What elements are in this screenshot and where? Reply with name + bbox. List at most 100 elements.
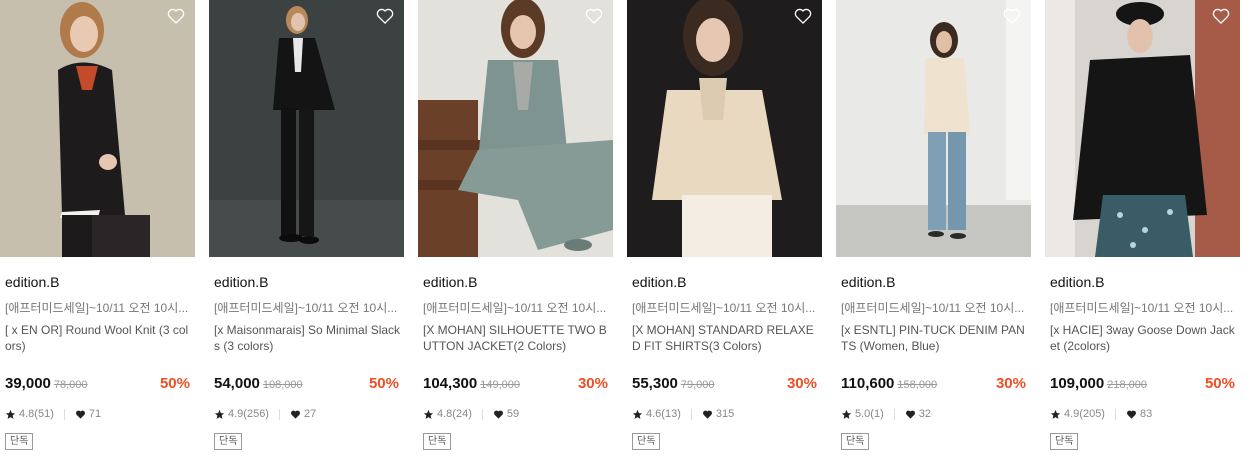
exclusive-badge: 단독 xyxy=(841,433,870,450)
review-meta: 5.0(1) 32 xyxy=(841,408,931,420)
star-icon xyxy=(1050,409,1061,419)
rating: 4.9(205) xyxy=(1064,408,1105,420)
brand-name[interactable]: edition.B xyxy=(632,274,686,290)
original-price: 78,000 xyxy=(53,379,88,391)
star-icon xyxy=(5,409,16,419)
review-meta: 4.9(256) 27 xyxy=(214,408,316,420)
wishlist-button[interactable] xyxy=(1211,6,1231,26)
price-row: 110,600 158,000 xyxy=(841,375,937,392)
original-price: 79,000 xyxy=(680,379,715,391)
review-meta: 4.8(51) 71 xyxy=(5,408,101,420)
rating: 4.8(24) xyxy=(437,408,472,420)
product-photo xyxy=(418,0,613,257)
promo-text: [애프터미드세일]~10/11 오전 10시... xyxy=(5,301,189,315)
sale-price: 104,300 xyxy=(423,375,478,392)
promo-text: [애프터미드세일]~10/11 오전 10시... xyxy=(1050,301,1234,315)
discount-rate: 50% xyxy=(159,375,190,392)
heart-icon xyxy=(1127,410,1136,419)
price-row: 104,300 149,000 xyxy=(423,375,520,392)
exclusive-badge: 단독 xyxy=(632,433,661,450)
brand-name[interactable]: edition.B xyxy=(423,274,477,290)
product-name[interactable]: [ x EN OR] Round Wool Knit (3 colors) xyxy=(5,322,193,354)
review-meta: 4.9(205) 83 xyxy=(1050,408,1152,420)
heart-icon xyxy=(702,410,712,419)
price-row: 109,000 218,000 xyxy=(1050,375,1147,392)
sale-price: 109,000 xyxy=(1050,375,1105,392)
product-image[interactable] xyxy=(0,0,195,257)
price-row: 39,000 78,000 xyxy=(5,375,88,392)
divider xyxy=(481,408,483,420)
brand-name[interactable]: edition.B xyxy=(1050,274,1104,290)
wishlist-button[interactable] xyxy=(375,6,395,26)
product-name[interactable]: [x Maisonmarais] So Minimal Slacks (3 co… xyxy=(214,322,402,354)
divider xyxy=(63,408,65,420)
exclusive-badge: 단독 xyxy=(5,433,34,450)
product-card[interactable]: edition.B [애프터미드세일]~10/11 오전 10시... [X M… xyxy=(418,0,613,463)
like-count: 32 xyxy=(918,408,931,420)
product-name[interactable]: [x ESNTL] PIN-TUCK DENIM PANTS (Women, B… xyxy=(841,322,1029,354)
heart-outline-icon xyxy=(794,8,812,25)
star-icon xyxy=(841,409,852,419)
original-price: 149,000 xyxy=(480,379,520,391)
product-card[interactable]: edition.B [애프터미드세일]~10/11 오전 10시... [ x … xyxy=(0,0,195,463)
sale-price: 110,600 xyxy=(841,375,895,392)
product-name[interactable]: [X MOHAN] STANDARD RELAXED FIT SHIRTS(3 … xyxy=(632,322,820,354)
heart-icon xyxy=(291,410,300,419)
like-count: 71 xyxy=(88,408,102,420)
wishlist-button[interactable] xyxy=(1002,6,1022,26)
wishlist-button[interactable] xyxy=(584,6,604,26)
promo-text: [애프터미드세일]~10/11 오전 10시... xyxy=(632,301,816,315)
like-count: 315 xyxy=(715,408,735,420)
brand-name[interactable]: edition.B xyxy=(841,274,895,290)
product-photo xyxy=(627,0,822,257)
product-card[interactable]: edition.B [애프터미드세일]~10/11 오전 10시... [X M… xyxy=(627,0,822,463)
product-grid: edition.B [애프터미드세일]~10/11 오전 10시... [ x … xyxy=(0,0,1250,463)
product-image[interactable] xyxy=(1045,0,1240,257)
promo-text: [애프터미드세일]~10/11 오전 10시... xyxy=(214,301,398,315)
discount-rate: 30% xyxy=(995,375,1026,392)
price-row: 55,300 79,000 xyxy=(632,375,715,392)
sale-price: 39,000 xyxy=(5,375,51,392)
star-icon xyxy=(632,409,643,419)
product-name[interactable]: [x HACIE] 3way Goose Down Jacket (2color… xyxy=(1050,322,1238,354)
heart-outline-icon xyxy=(1212,8,1230,25)
star-icon xyxy=(423,409,434,419)
review-meta: 4.6(13) 315 xyxy=(632,408,734,420)
wishlist-button[interactable] xyxy=(793,6,813,26)
heart-icon xyxy=(493,410,503,419)
rating: 4.6(13) xyxy=(646,408,681,420)
star-icon xyxy=(214,409,225,419)
exclusive-badge: 단독 xyxy=(1050,433,1079,450)
product-image[interactable] xyxy=(627,0,822,257)
product-photo xyxy=(1045,0,1240,257)
brand-name[interactable]: edition.B xyxy=(5,274,59,290)
wishlist-button[interactable] xyxy=(166,6,186,26)
exclusive-badge: 단독 xyxy=(423,433,452,450)
discount-rate: 30% xyxy=(577,375,608,392)
divider xyxy=(893,408,895,420)
product-name[interactable]: [X MOHAN] SILHOUETTE TWO BUTTON JACKET(2… xyxy=(423,322,611,354)
product-photo xyxy=(0,0,195,257)
product-photo xyxy=(209,0,404,257)
discount-rate: 30% xyxy=(786,375,817,392)
brand-name[interactable]: edition.B xyxy=(214,274,268,290)
product-image[interactable] xyxy=(209,0,404,257)
sale-price: 55,300 xyxy=(632,375,678,392)
product-photo xyxy=(836,0,1031,257)
original-price: 108,000 xyxy=(262,379,303,391)
sale-price: 54,000 xyxy=(214,375,260,392)
exclusive-badge: 단독 xyxy=(214,433,243,450)
original-price: 218,000 xyxy=(1107,379,1147,391)
product-card[interactable]: edition.B [애프터미드세일]~10/11 오전 10시... [x E… xyxy=(836,0,1031,463)
divider xyxy=(690,408,692,420)
heart-outline-icon xyxy=(585,8,603,25)
product-card[interactable]: edition.B [애프터미드세일]~10/11 오전 10시... [x M… xyxy=(209,0,404,463)
product-card[interactable]: edition.B [애프터미드세일]~10/11 오전 10시... [x H… xyxy=(1045,0,1240,463)
heart-outline-icon xyxy=(376,8,394,25)
product-image[interactable] xyxy=(836,0,1031,257)
discount-rate: 50% xyxy=(368,375,399,392)
product-image[interactable] xyxy=(418,0,613,257)
like-count: 83 xyxy=(1139,408,1153,420)
rating: 5.0(1) xyxy=(855,408,884,420)
divider xyxy=(278,408,280,420)
